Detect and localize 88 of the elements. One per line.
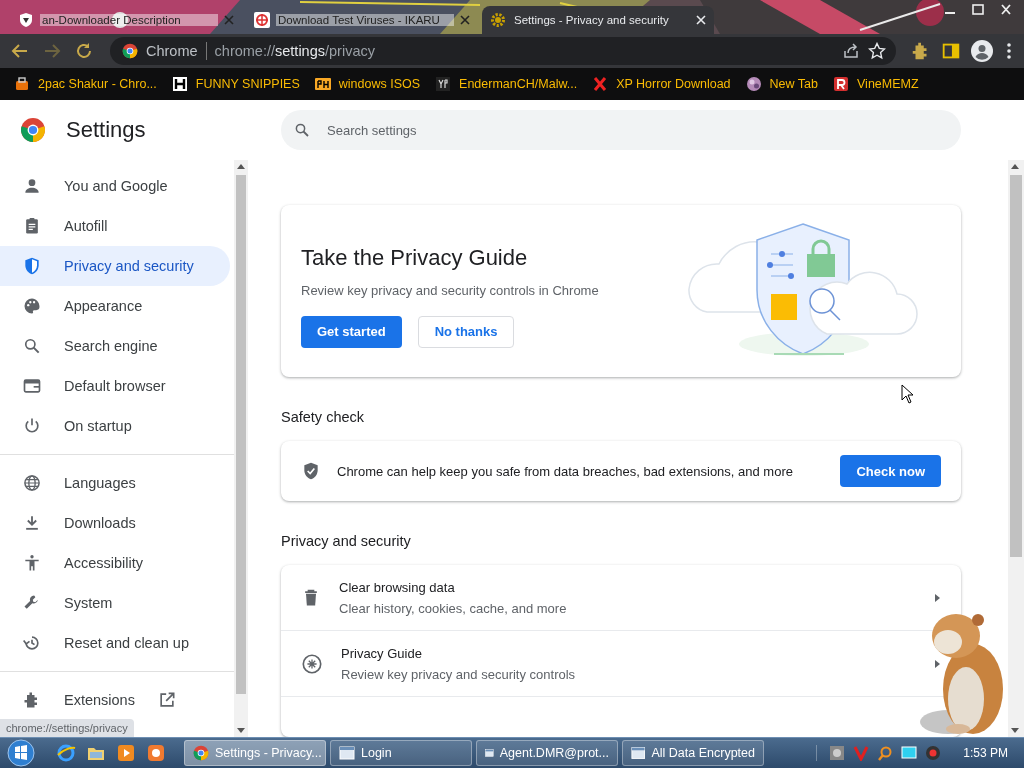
bookmark[interactable]: FUNNY SNIPPIES (171, 76, 300, 92)
bookmark-icon (745, 76, 762, 92)
chevron-icon (933, 592, 941, 603)
row-title: Clear browsing data (339, 579, 456, 595)
magnifier-icon[interactable] (877, 745, 894, 761)
url-text: chrome://settings/privacy (214, 43, 376, 59)
bookmark-icon (14, 76, 30, 92)
browser-icon[interactable] (56, 743, 76, 763)
card-title: Take the Privacy Guide (301, 244, 529, 271)
tray-icon[interactable] (829, 745, 846, 761)
row-subtitle: Clear history, cookies, cache, and more (339, 600, 568, 616)
bookmark[interactable]: 2pac Shakur - Chro... (14, 76, 157, 92)
sidebar-item[interactable]: Appearance (0, 286, 230, 326)
taskbar-button[interactable]: Login (330, 740, 472, 766)
bookmark-icon (171, 76, 188, 92)
sidebar-item[interactable]: Autofill (0, 206, 230, 246)
sidebar-item[interactable]: System (0, 583, 230, 623)
shield-check-icon (301, 461, 321, 482)
scroll-down-icon[interactable] (1011, 728, 1019, 733)
sidebar-item[interactable]: Accessibility (0, 543, 230, 583)
search-field[interactable]: Search settings (281, 110, 961, 150)
check-now-button[interactable]: Check now (840, 455, 941, 488)
share-icon[interactable] (842, 42, 860, 60)
scroll-down-icon[interactable] (237, 728, 245, 733)
sidebar-item-icon (22, 336, 42, 356)
sidebar-item-icon (22, 376, 42, 396)
section-heading: Safety check (281, 409, 365, 426)
get-started-button[interactable]: Get started (301, 315, 402, 348)
section-heading: Privacy and security (281, 533, 412, 549)
scroll-up-icon[interactable] (237, 164, 245, 169)
sidebar-item[interactable]: Languages (0, 463, 230, 503)
bookmark-icon (833, 76, 849, 92)
bookmark[interactable]: VineMEMZ (833, 76, 919, 92)
sidebar-item[interactable]: Default browser (0, 366, 230, 406)
scrollbar[interactable] (234, 160, 248, 737)
start-button[interactable] (4, 739, 38, 767)
bookmark-icon (592, 76, 609, 92)
site-label: Chrome (146, 43, 198, 59)
gear-icon (490, 12, 506, 28)
bookmark[interactable]: XP Horror Download (592, 76, 731, 92)
sidebar-item[interactable]: Reset and clean up (0, 623, 230, 663)
sidebar-item-icon (22, 473, 42, 493)
browser-tab[interactable]: Settings - Privacy and security (482, 6, 714, 34)
mouse-cursor-icon (901, 384, 915, 404)
chrome-icon (193, 745, 209, 761)
app-icon[interactable] (146, 743, 166, 763)
scrollbar[interactable] (1008, 160, 1024, 737)
settings-title: Settings (66, 117, 146, 143)
taskbar-button[interactable]: All Data Encrypted (622, 740, 764, 766)
sidebar-item-icon (22, 296, 42, 316)
shield-icon (18, 12, 34, 28)
bookmark-icon (435, 76, 452, 92)
sidebar-item[interactable]: Privacy and security (0, 246, 230, 286)
safety-check-text: Chrome can help keep you safe from data breaches, bad extensions, and more (337, 463, 794, 479)
sidebar-item-icon (22, 633, 42, 653)
media-player-icon[interactable] (116, 743, 136, 763)
address-bar[interactable]: Chrome chrome://settings/privacy (110, 37, 896, 65)
no-thanks-button[interactable]: No thanks (417, 315, 515, 348)
close-icon[interactable] (460, 15, 470, 25)
sidebar-item-icon (22, 176, 42, 196)
bookmark-icon (314, 76, 331, 92)
sidebar-item-icon (22, 553, 42, 573)
target-icon (254, 12, 270, 28)
chrome-icon (122, 43, 138, 59)
bookmark[interactable]: windows ISOS (314, 76, 421, 92)
bookmark[interactable]: New Tab (745, 76, 818, 92)
taskbar-button[interactable]: Agent.DMR@prot... (476, 740, 618, 766)
row-subtitle: Review key privacy and security controls (341, 666, 577, 682)
sidebar-item[interactable]: You and Google (0, 166, 230, 206)
avatar-icon[interactable] (970, 39, 994, 63)
sidebar-item[interactable]: Extensions (0, 680, 230, 720)
scroll-up-icon[interactable] (1011, 164, 1019, 169)
chrome-logo-icon (20, 117, 46, 143)
speaker-icon[interactable] (925, 745, 942, 761)
sidebar-item[interactable]: Downloads (0, 503, 230, 543)
card-description: Review key privacy and security controls in Chrome (301, 282, 599, 298)
star-icon[interactable] (868, 42, 886, 60)
chevron-icon (933, 658, 941, 669)
status-tooltip: chrome://settings/privacy (0, 719, 134, 737)
bookmark[interactable]: EndermanCH/Malw... (435, 76, 578, 92)
sidebar-item-icon (22, 256, 42, 276)
sidebar-item[interactable]: Search engine (0, 326, 230, 366)
row-title: Privacy Guide (341, 645, 423, 661)
window-icon (631, 745, 646, 761)
clock: 1:53 PM (962, 746, 1009, 760)
window-icon (339, 745, 355, 761)
sidebar-item[interactable]: On startup (0, 406, 230, 446)
monitor-icon[interactable] (901, 745, 918, 761)
